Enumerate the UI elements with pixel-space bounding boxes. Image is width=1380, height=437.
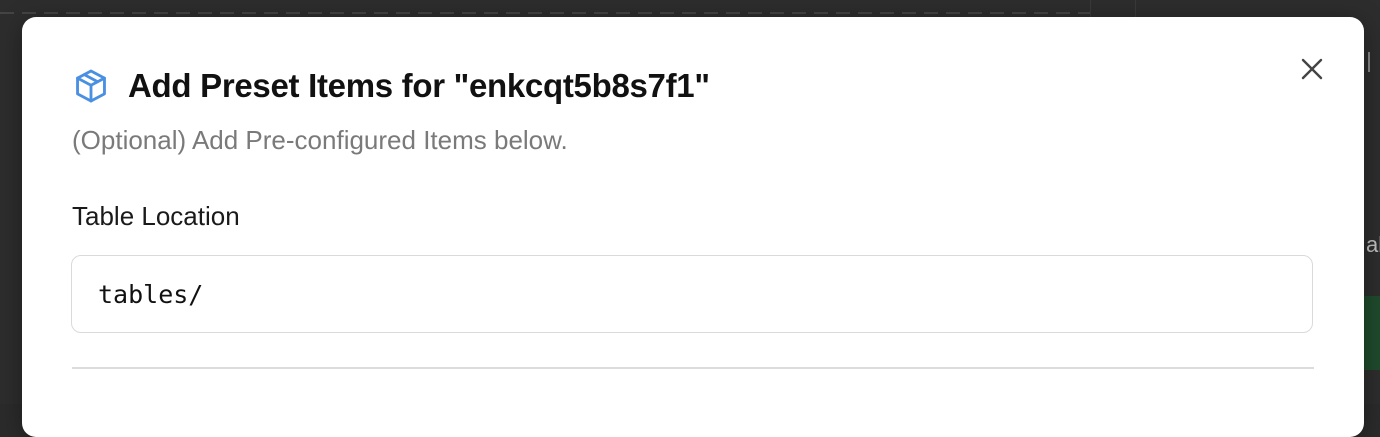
table-location-field-container (71, 255, 1313, 333)
background-divider (0, 12, 1090, 14)
close-icon (1301, 58, 1323, 80)
add-preset-items-dialog: Add Preset Items for "enkcqt5b8s7f1" (Op… (22, 17, 1364, 437)
dialog-header: Add Preset Items for "enkcqt5b8s7f1" (72, 67, 710, 105)
dialog-title: Add Preset Items for "enkcqt5b8s7f1" (128, 67, 710, 105)
table-location-label: Table Location (72, 201, 240, 232)
section-divider (72, 367, 1314, 369)
background-element (1368, 52, 1380, 72)
background-button (1364, 296, 1380, 370)
dialog-subtitle: (Optional) Add Pre-configured Items belo… (72, 125, 568, 156)
table-location-input[interactable] (72, 256, 1312, 332)
close-button[interactable] (1298, 55, 1326, 83)
package-box-icon (72, 67, 110, 105)
background-text: ab (1366, 232, 1380, 258)
